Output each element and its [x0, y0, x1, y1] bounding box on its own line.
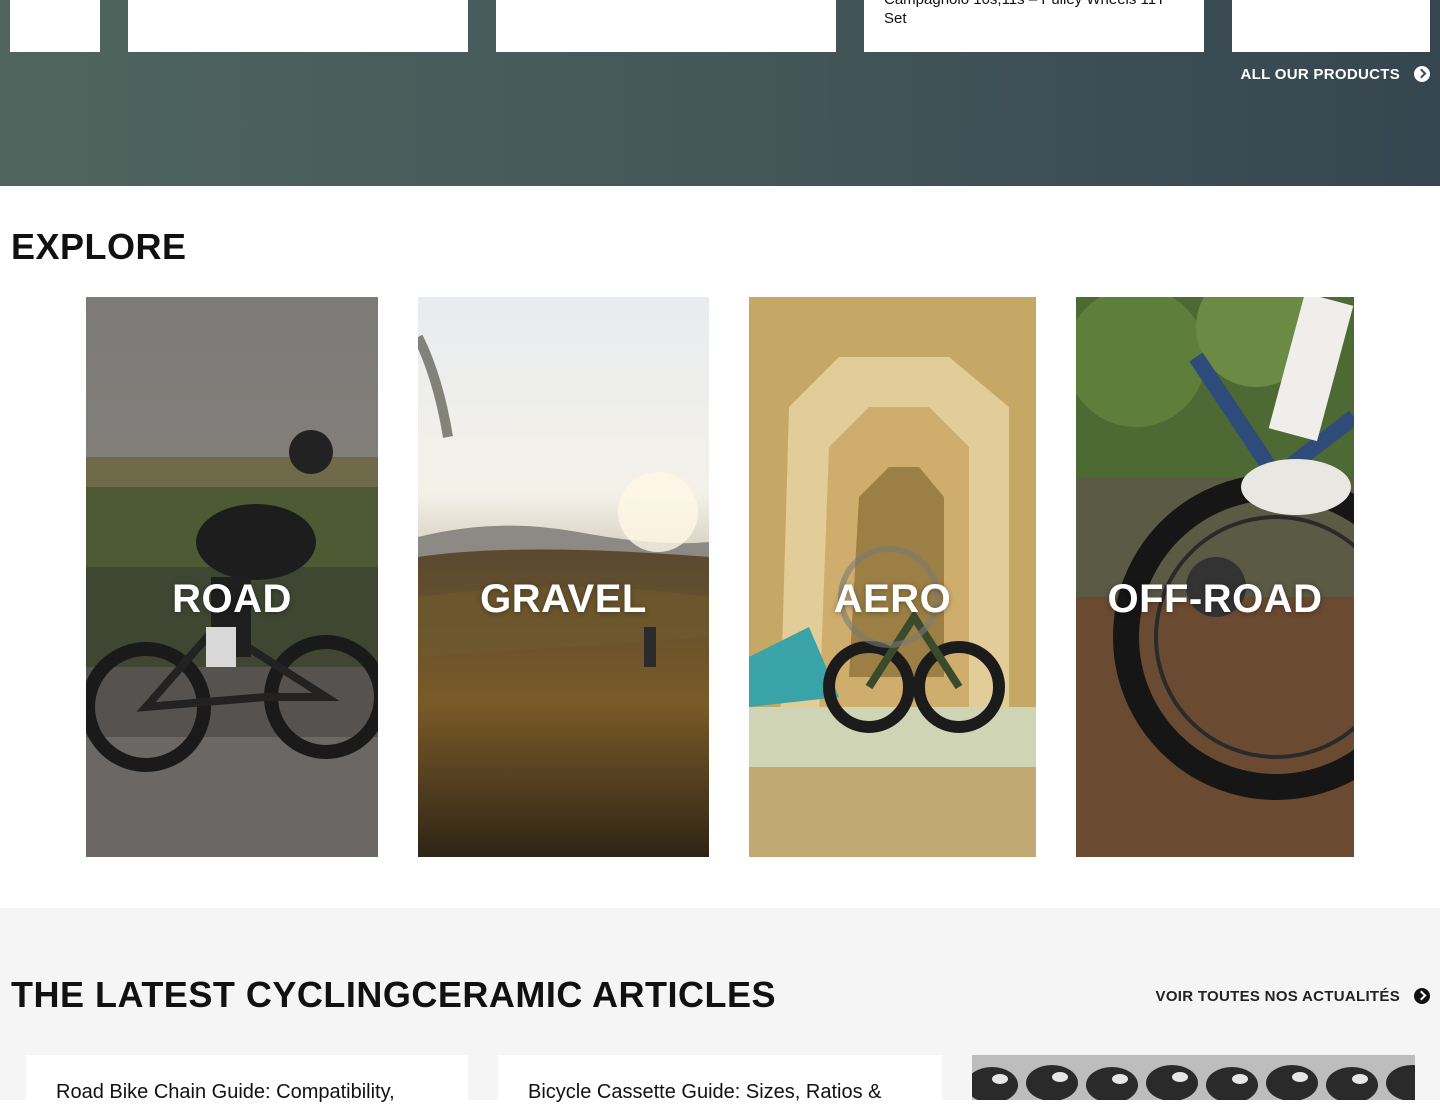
see-all-label: VOIR TOUTES NOS ACTUALITÉS: [1155, 987, 1400, 1005]
explore-tile-road[interactable]: ROAD: [86, 297, 378, 857]
product-card[interactable]: [1232, 0, 1430, 52]
explore-heading: EXPLORE: [11, 226, 187, 267]
arrow-circle-right-icon: [1414, 988, 1430, 1004]
product-card[interactable]: [128, 0, 468, 52]
product-title[interactable]: Campagnolo 10s,11s – Pulley Wheels 11T S…: [884, 0, 1184, 28]
articles-section: THE LATEST CYCLINGCERAMIC ARTICLES VOIR …: [0, 908, 1440, 1115]
product-card[interactable]: [496, 0, 836, 52]
explore-tile-off-road[interactable]: OFF-ROAD: [1076, 297, 1354, 857]
tile-label: AERO: [833, 577, 952, 621]
explore-tile-aero[interactable]: AERO: [749, 297, 1036, 857]
article-title[interactable]: Bicycle Cassette Guide: Sizes, Ratios &: [528, 1081, 881, 1104]
all-products-label: ALL OUR PRODUCTS: [1240, 65, 1400, 83]
explore-tile-gravel[interactable]: GRAVEL: [418, 297, 709, 857]
tile-label: GRAVEL: [480, 577, 647, 621]
arrow-circle-right-icon: [1414, 66, 1430, 82]
article-card[interactable]: Bicycle Cassette Guide: Sizes, Ratios &: [498, 1055, 942, 1115]
article-card[interactable]: Road Bike Chain Guide: Compatibility,: [26, 1055, 468, 1115]
tile-label: ROAD: [172, 577, 292, 621]
product-card[interactable]: [10, 0, 100, 52]
all-products-link[interactable]: ALL OUR PRODUCTS: [1240, 62, 1430, 86]
product-card[interactable]: Campagnolo 10s,11s – Pulley Wheels 11T S…: [864, 0, 1204, 52]
product-carousel: Campagnolo 10s,11s – Pulley Wheels 11T S…: [0, 0, 1440, 186]
tile-label: OFF-ROAD: [1107, 577, 1323, 621]
ceramic-bearings-image: [972, 1055, 1415, 1100]
article-thumbnail[interactable]: [972, 1055, 1415, 1100]
see-all-articles-link[interactable]: VOIR TOUTES NOS ACTUALITÉS: [1156, 984, 1430, 1008]
articles-heading: THE LATEST CYCLINGCERAMIC ARTICLES: [11, 974, 776, 1015]
article-title[interactable]: Road Bike Chain Guide: Compatibility,: [56, 1081, 395, 1104]
